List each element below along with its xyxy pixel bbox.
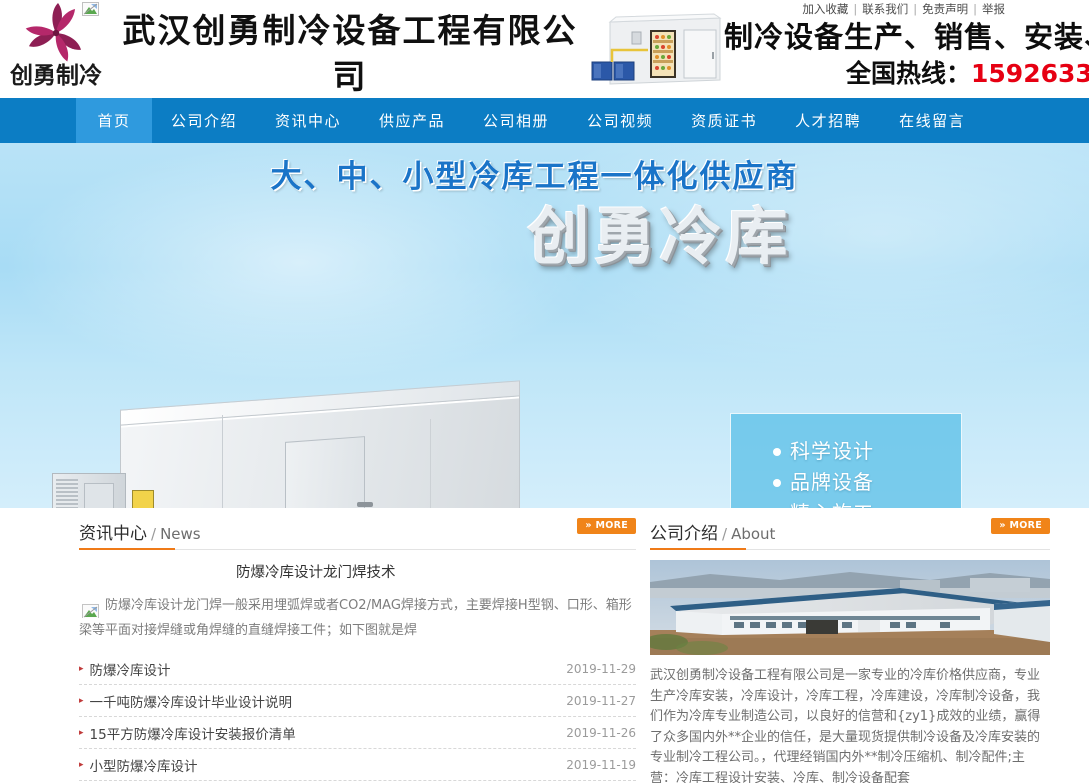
news-item-title[interactable]: 防爆冷库设计 [90, 659, 567, 679]
bullet-dot-icon [773, 478, 781, 487]
banner-feature-panel: 科学设计 品牌设备 精心施工 冷库节能30% [730, 413, 962, 508]
news-item-date: 2019-11-26 [566, 725, 636, 740]
news-list: ▸ 防爆冷库设计 2019-11-29 ▸ 一千吨防爆冷库设计毕业设计说明 20… [79, 653, 636, 781]
hotline-number: 15926335 [971, 59, 1089, 88]
hotline-label: 全国热线： [846, 59, 972, 88]
news-column: 资讯中心 / News » MORE 防爆冷库设计龙门焊技术 防爆冷库设计龙门焊一般… [79, 508, 636, 781]
cold-room-door [285, 436, 365, 508]
site-header: 创勇制冷 武汉创勇制冷设备工程有限公司 Wuhan Chuang Yong re… [0, 0, 1089, 98]
nav-item-home[interactable]: 首页 [76, 98, 152, 143]
condenser-grille [56, 479, 78, 508]
news-item-title[interactable]: 一千吨防爆冷库设计毕业设计说明 [90, 691, 567, 711]
news-section-header: 资讯中心 / News » MORE [79, 508, 636, 550]
hotline-block: 全国热线：15926335 [846, 54, 1089, 90]
unit-access-panel [84, 483, 114, 508]
header-slogan: 制冷设备生产、销售、安装、维 [724, 20, 1089, 54]
news-item-title[interactable]: 小型防爆冷库设计 [90, 755, 567, 775]
feature-label: 科学设计 [790, 439, 874, 463]
cold-room-panel-seam [430, 418, 431, 508]
content-area: 资讯中心 / News » MORE 防爆冷库设计龙门焊技术 防爆冷库设计龙门焊一般… [0, 508, 1089, 783]
about-section-title: 公司介绍 / About [650, 519, 775, 544]
feature-item: 科学设计 [773, 436, 961, 467]
about-column: 公司介绍 / About » MORE 武汉创勇制冷设备工程有限公司是一家专业的… [650, 508, 1050, 783]
news-item-title[interactable]: 15平方防爆冷库设计安装报价清单 [90, 723, 567, 743]
about-title-cn: 公司介绍 [650, 524, 718, 544]
featured-news-excerpt: 防爆冷库设计龙门焊一般采用埋弧焊或者CO2/MAG焊接方式，主要焊接H型钢、口形… [79, 598, 632, 638]
news-item-date: 2019-11-27 [566, 693, 636, 708]
feature-item: 精心施工 [773, 498, 961, 508]
nav-item-products[interactable]: 供应产品 [360, 98, 464, 143]
news-list-item[interactable]: ▸ 15平方防爆冷库设计安装报价清单 2019-11-26 [79, 717, 636, 749]
nav-item-news-center[interactable]: 资讯中心 [256, 98, 360, 143]
about-description: 武汉创勇制冷设备工程有限公司是一家专业的冷库价格供应商，专业生产冷库安装，冷库设… [650, 668, 1041, 783]
nav-item-photo-album[interactable]: 公司相册 [464, 98, 568, 143]
main-navigation: 首页 公司介绍 资讯中心 供应产品 公司相册 公司视频 资质证书 人才招聘 在线… [0, 98, 1089, 143]
news-list-item[interactable]: ▸ 小型防爆冷库设计 2019-11-19 [79, 749, 636, 781]
company-name-block: 武汉创勇制冷设备工程有限公司 Wuhan Chuang Yong refrige… [120, 8, 580, 98]
title-slash: / [722, 525, 728, 543]
nav-item-certificates[interactable]: 资质证书 [672, 98, 776, 143]
news-more-button[interactable]: » MORE [577, 518, 636, 534]
arrow-right-icon: ▸ [79, 695, 84, 705]
title-slash: / [151, 525, 157, 543]
featured-news-title[interactable]: 防爆冷库设计龙门焊技术 [236, 562, 636, 584]
feature-label: 精心施工 [790, 498, 874, 508]
arrow-right-icon: ▸ [79, 663, 84, 673]
about-factory-photo[interactable] [650, 560, 1050, 655]
arrow-right-icon: ▸ [79, 727, 84, 737]
about-section-header: 公司介绍 / About » MORE [650, 508, 1050, 550]
news-title-cn: 资讯中心 [79, 524, 147, 544]
featured-news[interactable]: 防爆冷库设计龙门焊技术 防爆冷库设计龙门焊一般采用埋弧焊或者CO2/MAG焊接方… [79, 550, 636, 650]
news-section-title: 资讯中心 / News [79, 519, 201, 544]
logo-wordmark: 创勇制冷 [10, 63, 102, 89]
feature-list: 科学设计 品牌设备 精心施工 冷库节能30% [731, 414, 961, 508]
news-title-en: News [160, 525, 201, 543]
broken-image-icon [82, 2, 99, 16]
feature-item: 品牌设备 [773, 467, 961, 498]
news-list-item[interactable]: ▸ 一千吨防爆冷库设计毕业设计说明 2019-11-27 [79, 685, 636, 717]
news-item-date: 2019-11-29 [566, 661, 636, 676]
company-name-cn: 武汉创勇制冷设备工程有限公司 [122, 11, 578, 96]
page-root: 创勇制冷 武汉创勇制冷设备工程有限公司 Wuhan Chuang Yong re… [0, 0, 1089, 783]
about-title-en: About [731, 525, 776, 543]
cold-room-door-handle [357, 502, 373, 507]
nav-item-recruitment[interactable]: 人才招聘 [776, 98, 880, 143]
featured-news-thumbnail-broken-image-icon [82, 604, 99, 618]
section-divider-accent [650, 548, 746, 550]
hero-banner[interactable]: 大、中、小型冷库工程一体化供应商 创勇冷库 科学设计 品牌设备 [0, 143, 1089, 508]
news-item-date: 2019-11-19 [566, 757, 636, 772]
control-panel [132, 490, 154, 508]
nav-item-videos[interactable]: 公司视频 [568, 98, 672, 143]
nav-item-online-message[interactable]: 在线留言 [880, 98, 984, 143]
header-cold-room-photo [588, 6, 734, 92]
news-list-item[interactable]: ▸ 防爆冷库设计 2019-11-29 [79, 653, 636, 685]
cold-room-panel-seam [222, 414, 223, 508]
about-more-button[interactable]: » MORE [991, 518, 1050, 534]
bullet-dot-icon [773, 447, 781, 456]
nav-left-spacer [0, 98, 76, 143]
arrow-right-icon: ▸ [79, 759, 84, 769]
nav-item-company-intro[interactable]: 公司介绍 [152, 98, 256, 143]
feature-label: 品牌设备 [790, 470, 874, 494]
